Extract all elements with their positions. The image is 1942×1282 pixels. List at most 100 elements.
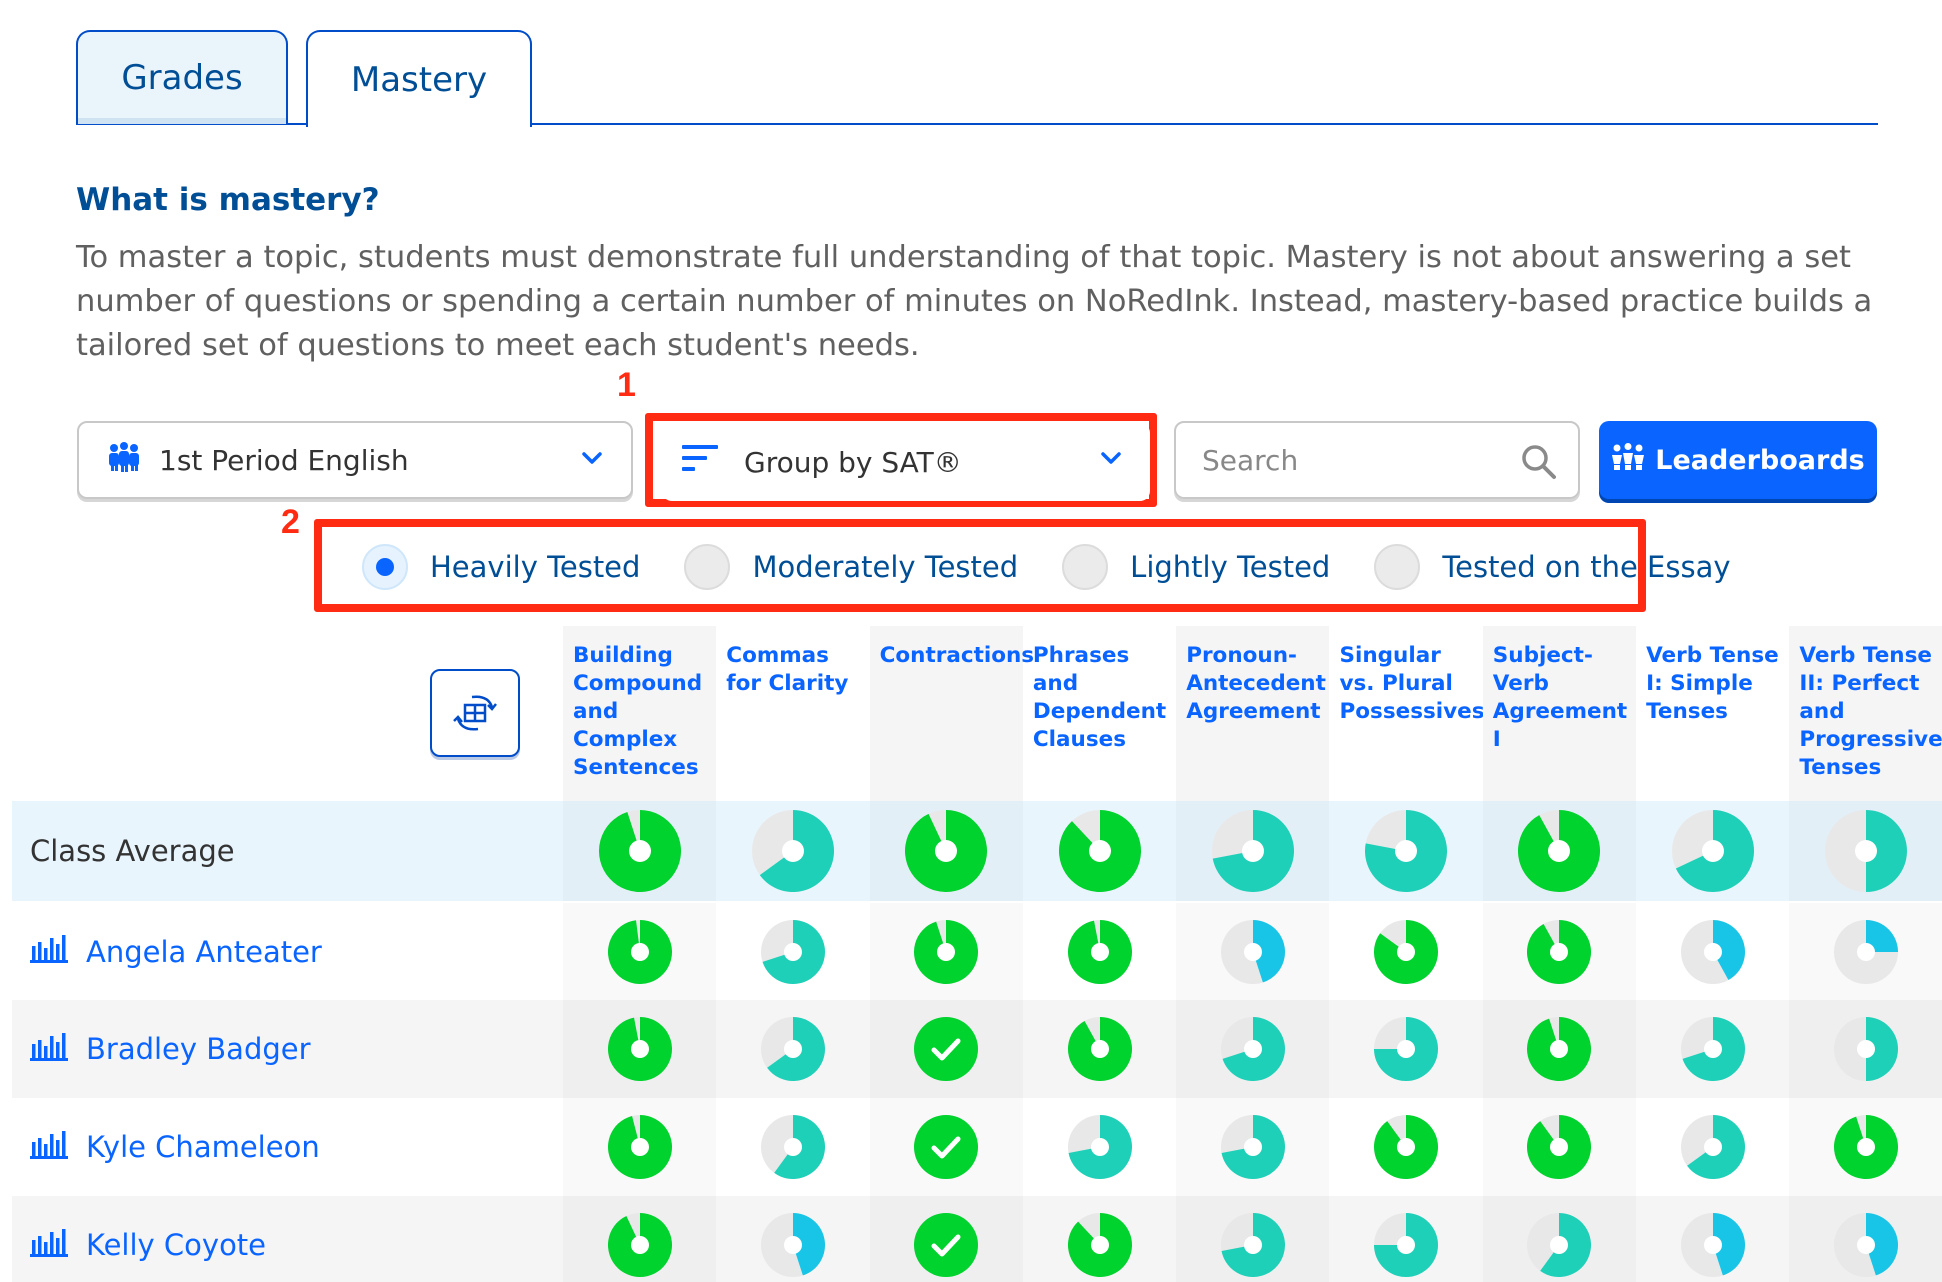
mastery-donut[interactable] [1023, 1000, 1176, 1098]
mastery-donut[interactable] [1483, 903, 1636, 1000]
mastery-donut[interactable] [1483, 1098, 1636, 1196]
leaderboards-button[interactable]: Leaderboards [1599, 421, 1877, 499]
transpose-icon [453, 695, 497, 731]
tab-grades[interactable]: Grades [76, 30, 288, 124]
mastery-donut[interactable] [716, 1098, 869, 1196]
mastery-donut[interactable] [1636, 903, 1789, 1000]
trophy-people-icon [1611, 442, 1645, 478]
mastered-check-icon [914, 1017, 979, 1081]
student-name-link[interactable]: Bradley Badger [30, 1000, 311, 1098]
mastery-donut[interactable] [1330, 1196, 1483, 1282]
mastery-donut[interactable] [1176, 903, 1329, 1000]
mastery-donut[interactable] [563, 1000, 716, 1098]
progress-ring-icon [751, 810, 834, 892]
mastery-donut[interactable] [1176, 1098, 1329, 1196]
mastery-donut[interactable] [716, 1000, 869, 1098]
mastery-donut[interactable] [716, 1196, 869, 1282]
mastery-donut[interactable] [1789, 801, 1942, 901]
radio-button[interactable] [1062, 544, 1109, 590]
tab-bar: Grades Mastery [76, 30, 1878, 127]
column-header-skill[interactable]: Verb Tense I: Simple Tenses [1636, 626, 1789, 801]
row-name: Kyle Chameleon [86, 1130, 320, 1164]
filter-moderately-tested[interactable]: Moderately Tested [684, 544, 1018, 590]
transpose-table-button[interactable] [430, 669, 520, 757]
column-header-skill[interactable]: Singular vs. Plural Possessives [1330, 626, 1485, 801]
filter-tested-on-essay[interactable]: Tested on the Essay [1374, 544, 1731, 590]
progress-ring-icon [1374, 1115, 1439, 1179]
mastery-donut[interactable] [1483, 1196, 1636, 1282]
mastery-donut[interactable] [1789, 903, 1942, 1000]
mastery-donut[interactable] [563, 1196, 716, 1282]
mastery-donut[interactable] [563, 801, 716, 901]
mastery-donut[interactable] [1023, 1098, 1176, 1196]
radio-button[interactable] [362, 544, 408, 590]
column-header-skill[interactable]: Contractions [869, 626, 1034, 801]
mastered-check-icon [914, 1213, 979, 1277]
search-input[interactable]: Search [1174, 421, 1580, 499]
class-average-label: Class Average [30, 801, 235, 901]
radio-button[interactable] [684, 544, 731, 590]
progress-ring-icon [1834, 1115, 1899, 1179]
column-header-skill[interactable]: Verb Tense II: Perfect and Progressive T… [1789, 626, 1942, 801]
mastery-donut[interactable] [1023, 801, 1176, 901]
filter-lightly-tested[interactable]: Lightly Tested [1062, 544, 1330, 590]
mastery-donut[interactable] [1176, 801, 1329, 901]
column-header-skill[interactable]: Commas for Clarity [716, 626, 869, 801]
mastery-donut[interactable] [1330, 1098, 1483, 1196]
mastery-donut[interactable] [1636, 1000, 1789, 1098]
mastery-donut[interactable] [1789, 1000, 1942, 1098]
mastery-donut[interactable] [1636, 1196, 1789, 1282]
people-icon [107, 441, 141, 479]
mastery-donut[interactable] [870, 903, 1023, 1000]
bar-chart-icon[interactable] [30, 1030, 68, 1069]
progress-ring-icon [607, 1017, 672, 1081]
mastery-donut[interactable] [1023, 1196, 1176, 1282]
search-icon[interactable] [1520, 443, 1558, 481]
mastery-donut[interactable] [1789, 1196, 1942, 1282]
bar-chart-icon[interactable] [30, 932, 68, 971]
mastery-donut[interactable] [1483, 1000, 1636, 1098]
mastery-donut[interactable] [1176, 1000, 1329, 1098]
mastery-donut[interactable] [1636, 1098, 1789, 1196]
mastery-donut[interactable] [563, 1098, 716, 1196]
progress-ring-icon [607, 919, 672, 984]
column-header-skill[interactable]: Phrases and Dependent Clauses [1023, 626, 1176, 801]
progress-ring-icon [760, 919, 825, 984]
mastery-donut[interactable] [870, 1000, 1023, 1098]
student-name-link[interactable]: Kelly Coyote [30, 1196, 266, 1282]
mastery-donut[interactable] [1330, 903, 1483, 1000]
mastery-donut[interactable] [870, 801, 1023, 901]
class-select[interactable]: 1st Period English [77, 421, 633, 499]
mastery-donut[interactable] [1176, 1196, 1329, 1282]
student-row: Angela Anteater [12, 903, 1942, 1000]
row-name: Angela Anteater [86, 934, 322, 969]
column-header-skill[interactable]: Subject-Verb Agreement I [1482, 626, 1637, 801]
column-header-skill[interactable]: Building Compound and Complex Sentences [563, 626, 717, 801]
sort-icon [682, 443, 718, 482]
mastery-donut[interactable] [1636, 801, 1789, 901]
progress-ring-icon [1527, 1115, 1592, 1179]
mastery-donut[interactable] [1483, 801, 1636, 901]
student-name-link[interactable]: Kyle Chameleon [30, 1098, 320, 1196]
mastery-donut[interactable] [563, 903, 716, 1000]
mastery-donut[interactable] [870, 1196, 1023, 1282]
progress-ring-icon [914, 919, 979, 984]
mastery-donut[interactable] [1330, 1000, 1483, 1098]
class-average-row: Class Average [12, 801, 1942, 901]
student-name-link[interactable]: Angela Anteater [30, 903, 322, 1000]
bar-chart-icon[interactable] [30, 1128, 68, 1167]
mastery-donut[interactable] [716, 801, 869, 901]
progress-ring-icon [1220, 1213, 1285, 1277]
tab-mastery[interactable]: Mastery [306, 30, 532, 127]
mastery-donut[interactable] [1023, 903, 1176, 1000]
group-by-select[interactable]: Group by SAT® [662, 423, 1150, 501]
bar-chart-icon[interactable] [30, 1226, 68, 1265]
filter-heavily-tested[interactable]: Heavily Tested [362, 544, 640, 590]
progress-ring-icon [1680, 1115, 1745, 1179]
mastery-donut[interactable] [716, 903, 869, 1000]
column-header-skill[interactable]: Pronoun-Antecedent Agreement [1176, 626, 1330, 801]
mastery-donut[interactable] [1789, 1098, 1942, 1196]
mastery-donut[interactable] [1330, 801, 1483, 901]
radio-button[interactable] [1374, 544, 1421, 590]
mastery-donut[interactable] [870, 1098, 1023, 1196]
